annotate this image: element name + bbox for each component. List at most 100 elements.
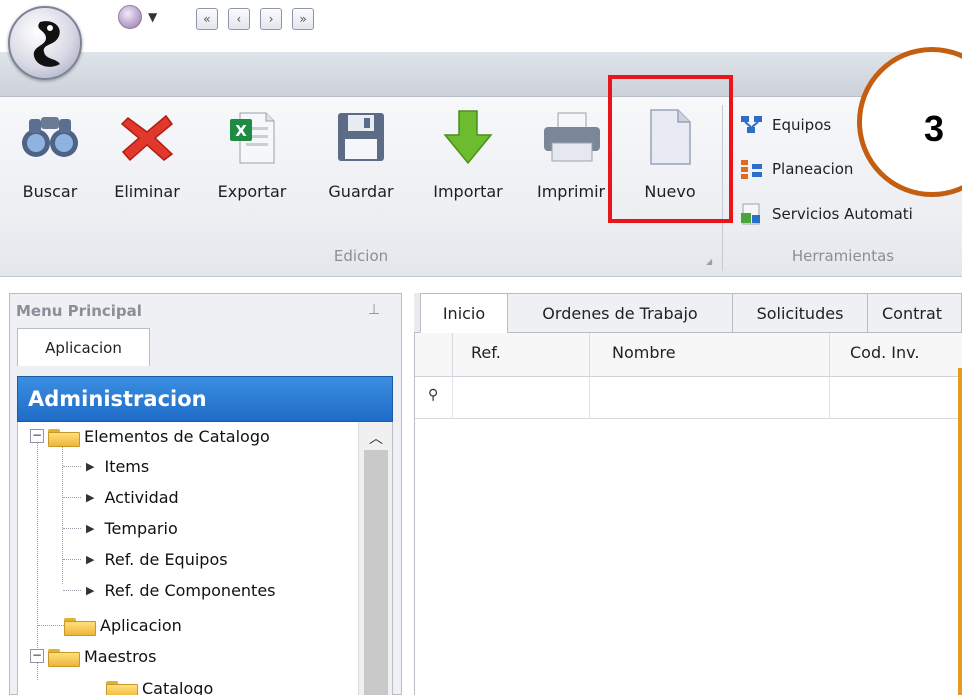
servicios-automaticos-button[interactable]: Servicios Automati [740, 200, 913, 228]
leaf-arrow-icon: ▶ [86, 521, 95, 535]
leaf-arrow-icon: ▶ [86, 552, 95, 566]
guardar-button[interactable]: Guardar [322, 102, 400, 217]
planeacion-button[interactable]: Planeacion [740, 155, 853, 183]
ribbon: Buscar Eliminar X Exportar Guardar Impor… [0, 97, 962, 277]
servicios-automaticos-label: Servicios Automati [772, 205, 913, 223]
tree-item-label: Ref. de Equipos [104, 549, 228, 569]
nuevo-highlight-box [608, 75, 733, 223]
tree-item-tempario[interactable]: ▶ Tempario [86, 514, 178, 542]
filter-cell-nombre[interactable] [590, 377, 830, 419]
grid-header: Ref. Nombre Cod. Inv. [415, 333, 962, 377]
tree-connector [63, 497, 81, 498]
tab-solicitudes[interactable]: Solicitudes [732, 293, 868, 333]
delete-x-icon [117, 106, 177, 168]
tab-aplicacion[interactable]: Aplicacion [17, 328, 150, 366]
tab-ordenes-de-trabajo[interactable]: Ordenes de Trabajo [507, 293, 733, 333]
tree-item-elementos-de-catalogo[interactable]: − Elementos de Catalogo [30, 422, 270, 450]
tree-connector [63, 590, 81, 591]
excel-export-icon: X [222, 106, 282, 168]
column-header-nombre[interactable]: Nombre [590, 333, 830, 377]
tree-item-aplicacion[interactable]: Aplicacion [64, 611, 182, 639]
tree-connector [63, 528, 81, 529]
filter-row-indicator: ⚲ [415, 377, 453, 419]
exportar-button[interactable]: X Exportar [208, 102, 296, 217]
tree-connector [62, 442, 63, 584]
tree-item-label: Elementos de Catalogo [84, 426, 270, 446]
tree-item-label: Catalogo [142, 678, 214, 695]
menu-panel: Menu Principal ⊥ Aplicacion Administraci… [9, 293, 402, 695]
tree-connector [63, 559, 81, 560]
collapse-icon[interactable]: − [30, 429, 44, 443]
app-orb-icon[interactable] [118, 5, 142, 29]
green-down-arrow-icon [438, 106, 498, 168]
tree-item-actividad[interactable]: ▶ Actividad [86, 483, 179, 511]
scroll-up-icon[interactable]: ︿ [359, 428, 392, 448]
filter-cell-ref[interactable] [453, 377, 590, 419]
step-number: 3 [924, 108, 945, 149]
eliminar-label: Eliminar [114, 182, 180, 201]
folder-icon [48, 647, 80, 667]
tree-item-label: Items [104, 456, 150, 476]
eliminar-button[interactable]: Eliminar [110, 102, 184, 217]
tree-item-label: Tempario [104, 518, 178, 538]
tree-item-maestros[interactable]: − Maestros [30, 642, 156, 670]
folder-icon [64, 616, 96, 636]
importar-button[interactable]: Importar [422, 102, 514, 217]
equipos-button[interactable]: Equipos [740, 111, 831, 139]
tree-item-items[interactable]: ▶ Items [86, 452, 149, 480]
menu-panel-title: Menu Principal [16, 302, 142, 320]
imprimir-label: Imprimir [537, 182, 606, 201]
tree-item-label: Ref. de Componentes [104, 580, 276, 600]
folder-icon [48, 427, 80, 447]
filter-icon: ⚲ [428, 387, 439, 403]
next-record-icon[interactable]: › [260, 8, 282, 30]
column-header-ref[interactable]: Ref. [453, 333, 590, 377]
tree-item-label: Maestros [84, 646, 157, 666]
equipment-icon [741, 116, 762, 133]
first-record-icon[interactable]: « [196, 8, 218, 30]
administracion-section-header[interactable]: Administracion [17, 376, 393, 422]
svg-text:X: X [235, 122, 247, 140]
edicion-group-label: Edicion [333, 247, 389, 265]
tree-connector [38, 625, 64, 626]
equipos-label: Equipos [772, 116, 832, 134]
floppy-disk-icon [331, 106, 391, 168]
binoculars-icon [20, 106, 80, 168]
tree-connector [63, 466, 81, 467]
leaf-arrow-icon: ▶ [86, 490, 95, 504]
document-tabs: Inicio Ordenes de Trabajo Solicitudes Co… [414, 293, 962, 333]
title-band [0, 52, 962, 97]
exportar-label: Exportar [217, 182, 287, 201]
collapse-icon[interactable]: − [30, 649, 44, 663]
auto-filter-row: ⚲ [415, 377, 962, 419]
dropdown-caret-icon[interactable]: ▼ [148, 10, 157, 24]
planning-icon [741, 160, 762, 179]
guardar-label: Guardar [328, 182, 394, 201]
previous-record-icon[interactable]: ‹ [228, 8, 250, 30]
data-grid: Ref. Nombre Cod. Inv. ⚲ [414, 333, 962, 695]
folder-icon [106, 679, 138, 695]
tree-item-ref-de-componentes[interactable]: ▶ Ref. de Componentes [86, 576, 276, 604]
title-bar: ▼ « ‹ › » [0, 0, 962, 97]
filter-cell-cod-inv[interactable] [830, 377, 962, 419]
imprimir-button[interactable]: Imprimir [530, 102, 614, 217]
tree-item-label: Actividad [104, 487, 179, 507]
app-logo-icon[interactable] [8, 6, 82, 80]
last-record-icon[interactable]: » [292, 8, 314, 30]
leaf-arrow-icon: ▶ [86, 459, 95, 473]
annotation-edge [958, 368, 962, 695]
tab-contratos[interactable]: Contrat [867, 293, 962, 333]
tree-scrollbar[interactable]: ︿ [358, 422, 392, 695]
column-header-cod-inv[interactable]: Cod. Inv. [830, 333, 962, 377]
leaf-arrow-icon: ▶ [86, 583, 95, 597]
navigation-tree: − Elementos de Catalogo ▶ Items ▶ Activi… [17, 422, 393, 695]
pin-icon[interactable]: ⊥ [368, 302, 380, 318]
tree-item-ref-de-equipos[interactable]: ▶ Ref. de Equipos [86, 545, 228, 573]
buscar-button[interactable]: Buscar [20, 102, 80, 217]
quick-access-menu[interactable]: ▼ [118, 4, 157, 30]
tree-item-label: Aplicacion [100, 615, 182, 635]
importar-label: Importar [433, 182, 503, 201]
scroll-thumb[interactable] [364, 450, 388, 695]
tab-inicio[interactable]: Inicio [420, 293, 508, 333]
tree-item-catalogo[interactable]: Catalogo [106, 674, 213, 695]
